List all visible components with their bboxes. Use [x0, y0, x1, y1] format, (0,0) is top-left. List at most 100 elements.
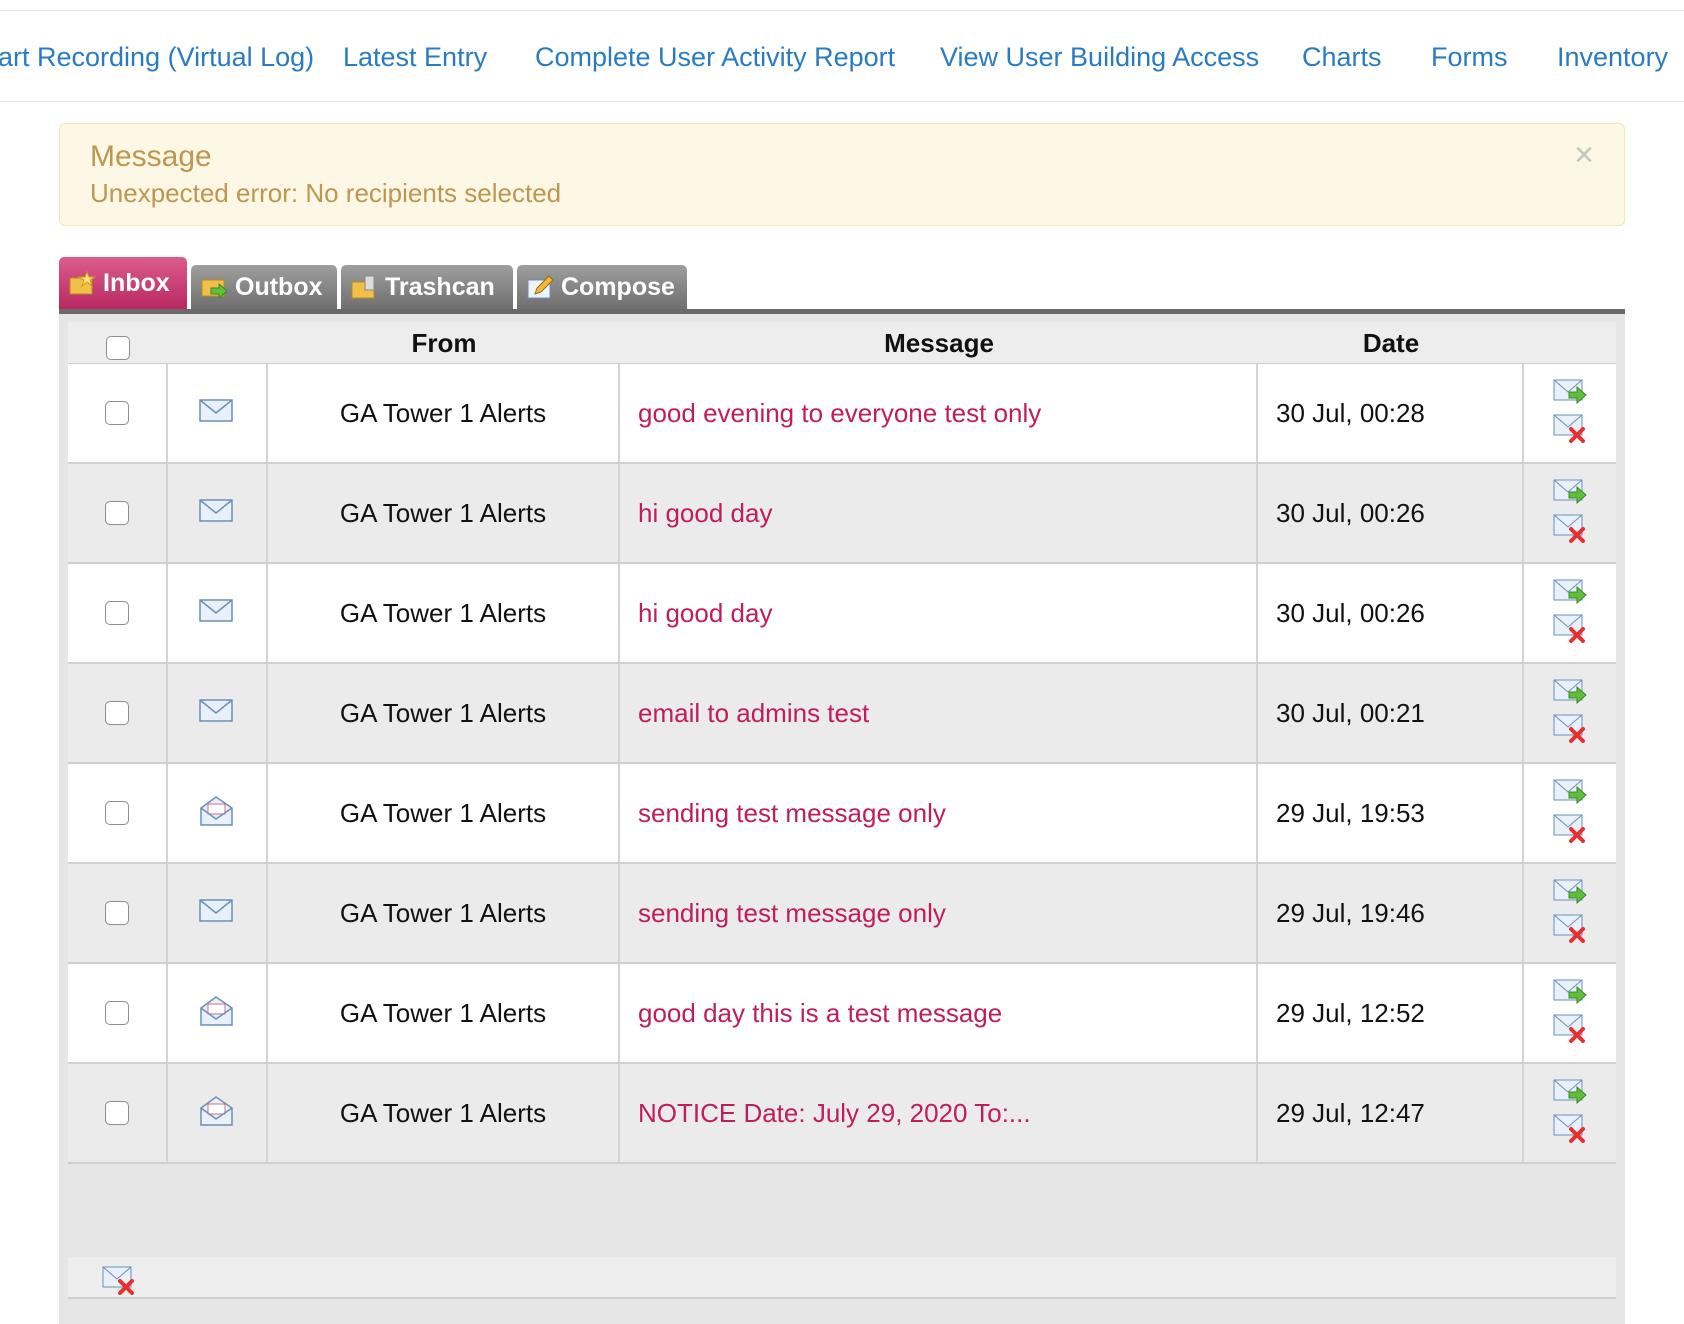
tab-inbox[interactable]: Inbox — [59, 257, 187, 309]
row-checkbox[interactable] — [105, 801, 129, 825]
column-header-message[interactable]: Message — [620, 322, 1258, 364]
row-status-cell — [168, 864, 268, 962]
row-date: 29 Jul, 12:47 — [1258, 1064, 1524, 1162]
delete-icon[interactable] — [1553, 913, 1587, 948]
row-actions — [1524, 1064, 1616, 1162]
alert-title: Message — [90, 140, 212, 173]
column-header-date[interactable]: Date — [1258, 322, 1524, 364]
reply-icon[interactable] — [1553, 1078, 1587, 1111]
table-footer — [68, 1257, 1616, 1299]
tab-inbox-label: Inbox — [103, 268, 170, 297]
tab-outbox[interactable]: Outbox — [191, 265, 337, 309]
delete-icon[interactable] — [1553, 1113, 1587, 1148]
reply-icon[interactable] — [1553, 678, 1587, 711]
table-row[interactable]: GA Tower 1 Alerts hi good day 30 Jul, 00:2… — [68, 564, 1616, 664]
row-message-link[interactable]: NOTICE Date: July 29, 2020 To:... — [620, 1064, 1258, 1162]
row-sender: GA Tower 1 Alerts — [268, 964, 620, 1062]
row-status-cell — [168, 464, 268, 562]
table-row[interactable]: GA Tower 1 Alerts NOTICE Date: July 29, 2… — [68, 1064, 1616, 1164]
delete-icon[interactable] — [1553, 1013, 1587, 1048]
row-status-cell — [168, 564, 268, 662]
row-message-link[interactable]: hi good day — [620, 564, 1258, 662]
table-row[interactable]: GA Tower 1 Alerts email to admins test 30 … — [68, 664, 1616, 764]
row-status-cell — [168, 764, 268, 862]
row-message-link[interactable]: hi good day — [620, 464, 1258, 562]
delete-icon[interactable] — [1553, 713, 1587, 748]
row-select-cell — [68, 1064, 168, 1162]
row-status-cell — [168, 964, 268, 1062]
nav-link-recording-virtual-log[interactable]: art Recording (Virtual Log) — [0, 11, 314, 101]
table-row[interactable]: GA Tower 1 Alerts sending test message on… — [68, 864, 1616, 964]
table-row[interactable]: GA Tower 1 Alerts good day this is a test… — [68, 964, 1616, 1064]
row-checkbox[interactable] — [105, 901, 129, 925]
nav-link-charts[interactable]: Charts — [1302, 11, 1382, 101]
row-checkbox[interactable] — [105, 601, 129, 625]
tab-compose-label: Compose — [561, 272, 675, 301]
select-all-checkbox[interactable] — [106, 336, 130, 360]
row-status-cell — [168, 364, 268, 462]
table-row[interactable]: GA Tower 1 Alerts sending test message on… — [68, 764, 1616, 864]
tab-compose[interactable]: Compose — [517, 265, 687, 309]
row-actions — [1524, 764, 1616, 862]
row-select-cell — [68, 864, 168, 962]
delete-icon[interactable] — [1553, 613, 1587, 648]
row-actions — [1524, 364, 1616, 462]
nav-link-user-activity-report[interactable]: Complete User Activity Report — [535, 11, 895, 101]
row-message-link[interactable]: email to admins test — [620, 664, 1258, 762]
delete-icon[interactable] — [1553, 413, 1587, 448]
nav-link-latest-entry[interactable]: Latest Entry — [343, 11, 487, 101]
row-message-link[interactable]: good evening to everyone test only — [620, 364, 1258, 462]
envelope-icon — [199, 498, 235, 529]
table-row[interactable]: GA Tower 1 Alerts hi good day 30 Jul, 00:2… — [68, 464, 1616, 564]
nav-link-forms[interactable]: Forms — [1431, 11, 1508, 101]
envelope-icon — [199, 398, 235, 429]
row-checkbox[interactable] — [105, 401, 129, 425]
row-date: 29 Jul, 19:53 — [1258, 764, 1524, 862]
reply-icon[interactable] — [1553, 378, 1587, 411]
delete-selected-icon[interactable] — [102, 1265, 136, 1295]
column-header-from[interactable]: From — [268, 322, 620, 364]
reply-icon[interactable] — [1553, 578, 1587, 611]
row-actions — [1524, 664, 1616, 762]
row-message-link[interactable]: sending test message only — [620, 864, 1258, 962]
alert-message: Unexpected error: No recipients selected — [90, 178, 562, 208]
row-checkbox[interactable] — [105, 1001, 129, 1025]
reply-icon[interactable] — [1553, 478, 1587, 511]
tab-outbox-label: Outbox — [235, 272, 323, 301]
trash-folder-icon — [351, 275, 375, 299]
reply-icon[interactable] — [1553, 978, 1587, 1011]
tab-trashcan[interactable]: Trashcan — [341, 265, 513, 309]
reply-icon[interactable] — [1553, 878, 1587, 911]
row-select-cell — [68, 764, 168, 862]
envelope-icon — [199, 898, 235, 929]
table-row[interactable]: GA Tower 1 Alerts good evening to everyon… — [68, 364, 1616, 464]
row-date: 30 Jul, 00:21 — [1258, 664, 1524, 762]
inbox-panel: From Message Date GA Tower 1 Alerts good … — [59, 314, 1625, 1324]
reply-icon[interactable] — [1553, 778, 1587, 811]
row-date: 29 Jul, 19:46 — [1258, 864, 1524, 962]
row-sender: GA Tower 1 Alerts — [268, 564, 620, 662]
row-date: 30 Jul, 00:26 — [1258, 564, 1524, 662]
open-envelope-icon — [199, 995, 235, 1032]
nav-link-user-building-access[interactable]: View User Building Access — [940, 11, 1259, 101]
outbox-folder-icon — [201, 279, 228, 300]
row-checkbox[interactable] — [105, 1101, 129, 1125]
row-sender: GA Tower 1 Alerts — [268, 764, 620, 862]
row-actions — [1524, 564, 1616, 662]
row-message-link[interactable]: good day this is a test message — [620, 964, 1258, 1062]
top-navigation: art Recording (Virtual Log) Latest Entry… — [0, 10, 1684, 102]
row-checkbox[interactable] — [105, 701, 129, 725]
row-status-cell — [168, 1064, 268, 1162]
row-select-cell — [68, 364, 168, 462]
delete-icon[interactable] — [1553, 513, 1587, 548]
row-select-cell — [68, 564, 168, 662]
row-date: 30 Jul, 00:28 — [1258, 364, 1524, 462]
close-icon[interactable]: × — [1574, 138, 1594, 172]
nav-link-inventory[interactable]: Inventory — [1557, 11, 1668, 101]
row-checkbox[interactable] — [105, 501, 129, 525]
row-select-cell — [68, 664, 168, 762]
row-message-link[interactable]: sending test message only — [620, 764, 1258, 862]
table-header: From Message Date — [68, 322, 1616, 364]
delete-icon[interactable] — [1553, 813, 1587, 848]
row-status-cell — [168, 664, 268, 762]
